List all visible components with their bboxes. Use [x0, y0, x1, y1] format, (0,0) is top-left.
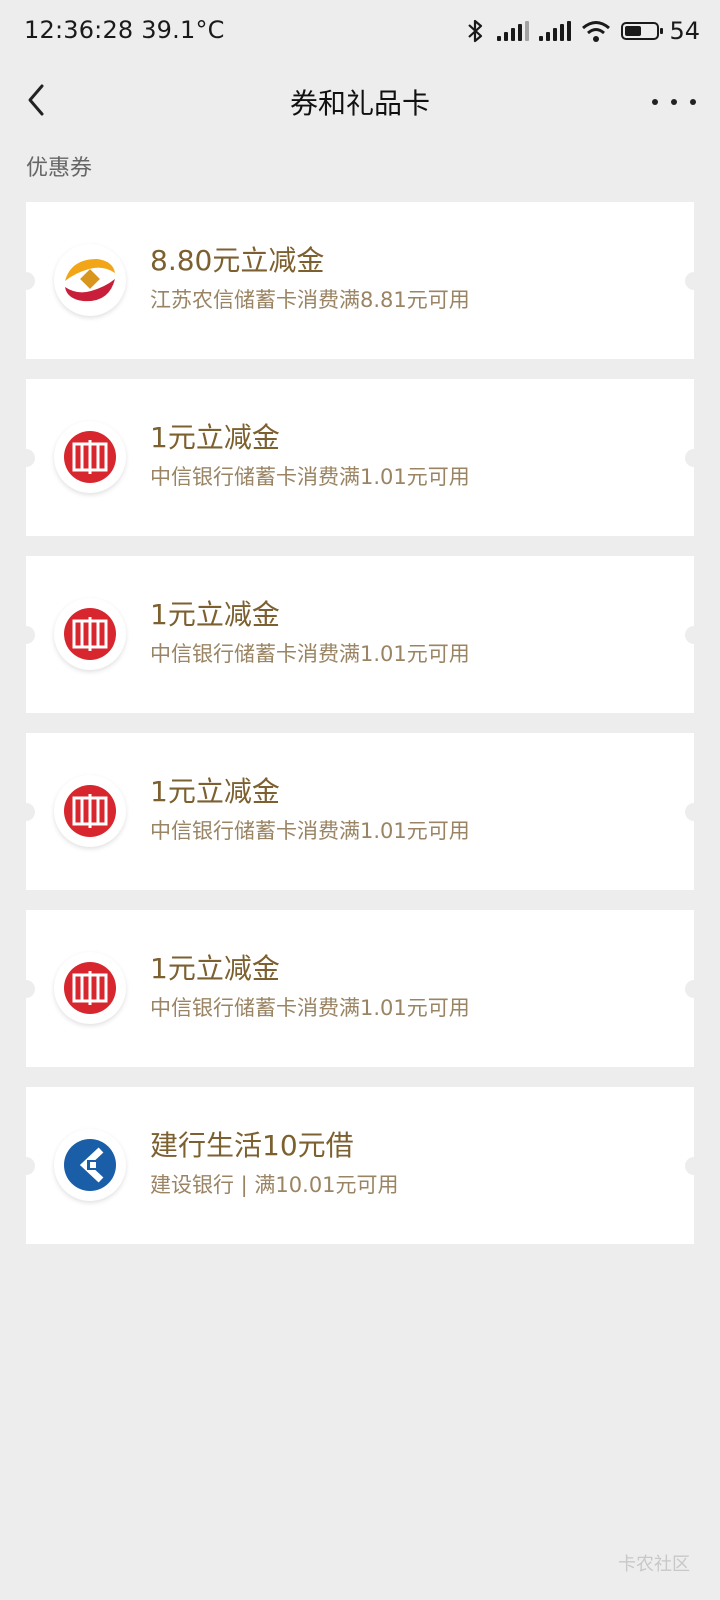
- coupon-title: 1元立减金: [150, 952, 280, 985]
- bluetooth-icon: [468, 19, 483, 43]
- citic-logo-icon: [54, 421, 126, 493]
- coupon-title: 建行生活10元借: [150, 1129, 354, 1162]
- ccb-logo-icon: [54, 1129, 126, 1201]
- coupon-card[interactable]: 8.80元立减金 江苏农信储蓄卡消费满8.81元可用: [17, 202, 703, 359]
- coupon-title: 8.80元立减金: [150, 244, 325, 277]
- watermark: 卡农社区: [618, 1554, 690, 1575]
- coupon-desc: 建设银行 | 满10.01元可用: [150, 1173, 399, 1197]
- coupon-title: 1元立减金: [150, 775, 280, 808]
- coupon-desc: 中信银行储蓄卡消费满1.01元可用: [150, 465, 470, 489]
- citic-logo-icon: [54, 952, 126, 1024]
- status-time-temp: 12:36:28 39.1°C: [24, 16, 225, 44]
- nav-bar: 券和礼品卡: [0, 64, 720, 136]
- battery-percent: 54: [669, 17, 700, 45]
- wifi-icon: [582, 21, 611, 42]
- coupon-list: 8.80元立减金 江苏农信储蓄卡消费满8.81元可用 1元立减金 中信银行储蓄卡…: [17, 202, 703, 1264]
- jsrcu-logo-icon: [54, 244, 126, 316]
- coupon-desc: 江苏农信储蓄卡消费满8.81元可用: [150, 288, 470, 312]
- citic-logo-icon: [54, 775, 126, 847]
- coupon-card[interactable]: 1元立减金 中信银行储蓄卡消费满1.01元可用: [17, 379, 703, 536]
- coupon-card[interactable]: 1元立减金 中信银行储蓄卡消费满1.01元可用: [17, 910, 703, 1067]
- status-bar: 12:36:28 39.1°C 54: [0, 0, 720, 64]
- citic-logo-icon: [54, 598, 126, 670]
- coupon-desc: 中信银行储蓄卡消费满1.01元可用: [150, 819, 470, 843]
- more-options-icon[interactable]: [652, 84, 696, 120]
- coupon-desc: 中信银行储蓄卡消费满1.01元可用: [150, 996, 470, 1020]
- coupon-desc: 中信银行储蓄卡消费满1.01元可用: [150, 642, 470, 666]
- battery-icon: [621, 22, 664, 40]
- coupon-card[interactable]: 1元立减金 中信银行储蓄卡消费满1.01元可用: [17, 733, 703, 890]
- page-title: 券和礼品卡: [289, 87, 430, 120]
- coupon-title: 1元立减金: [150, 421, 280, 454]
- section-label-coupons: 优惠券: [26, 156, 93, 181]
- signal-1-icon: [497, 21, 530, 41]
- coupon-card[interactable]: 1元立减金 中信银行储蓄卡消费满1.01元可用: [17, 556, 703, 713]
- coupon-title: 1元立减金: [150, 598, 280, 631]
- signal-2-icon: [539, 21, 572, 41]
- status-icons: 54: [465, 16, 700, 46]
- coupon-card[interactable]: 建行生活10元借 建设银行 | 满10.01元可用: [17, 1087, 703, 1244]
